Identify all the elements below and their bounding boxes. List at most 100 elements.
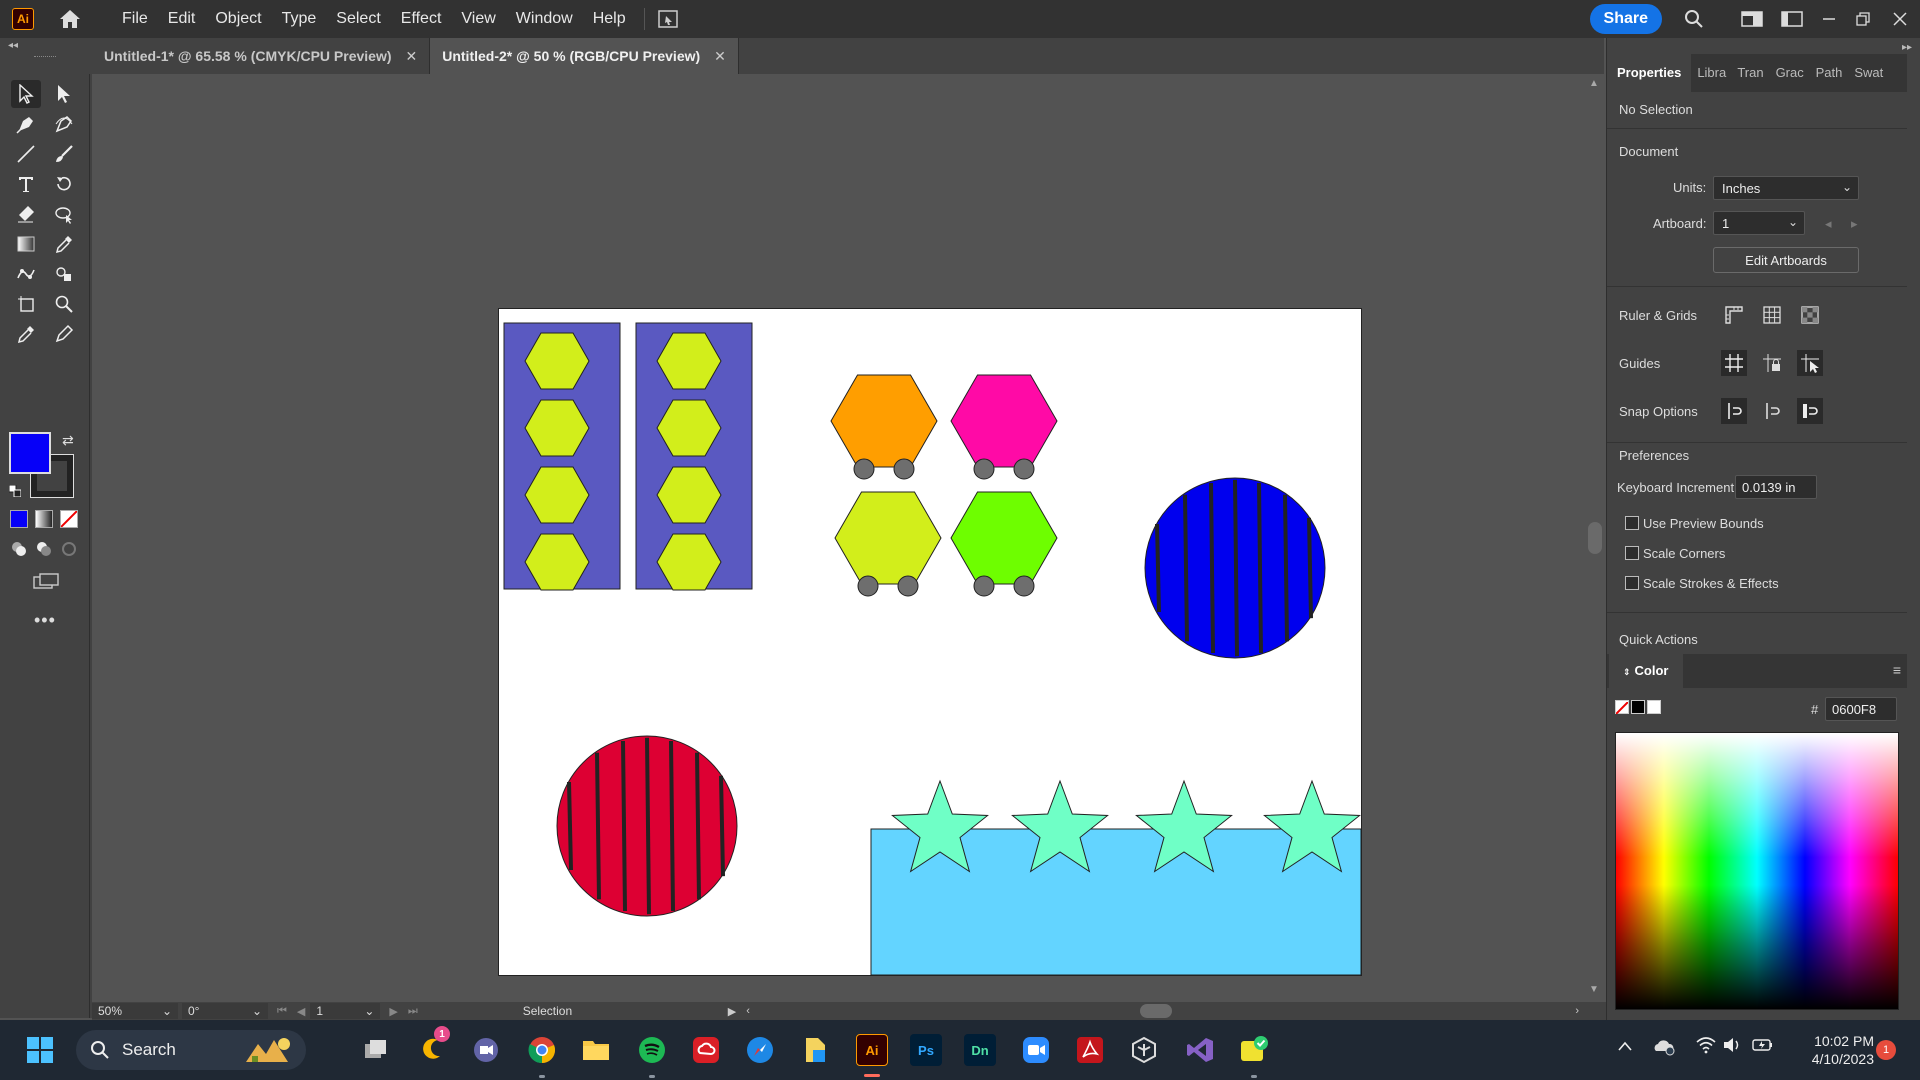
- circle-stripe[interactable]: [567, 781, 573, 871]
- black-swatch[interactable]: [1631, 700, 1645, 714]
- menu-view[interactable]: View: [451, 0, 505, 38]
- menu-edit[interactable]: Edit: [158, 0, 206, 38]
- circle-stripe[interactable]: [695, 752, 701, 900]
- close-tab-icon[interactable]: ✕: [714, 48, 726, 65]
- pencil-tool-icon[interactable]: [49, 320, 79, 348]
- artboard-select[interactable]: 1 ⌄: [1713, 211, 1805, 235]
- rotate-tool-icon[interactable]: [49, 170, 79, 198]
- first-artboard-icon[interactable]: ⏮: [277, 1005, 287, 1018]
- tab-untitled-1[interactable]: Untitled-1* @ 65.58 % (CMYK/CPU Preview)…: [92, 38, 431, 74]
- zoom-tool-icon[interactable]: [49, 290, 79, 318]
- none-mode-icon[interactable]: [60, 510, 78, 528]
- none-swatch[interactable]: [1615, 700, 1629, 715]
- canvas-area[interactable]: [92, 74, 1584, 1002]
- keyboard-increment-input[interactable]: 0.0139 in: [1735, 475, 1817, 499]
- transparency-grid-icon[interactable]: [1797, 302, 1823, 328]
- collapse-panels-icon[interactable]: ▸▸: [1902, 42, 1912, 53]
- scroll-up-icon[interactable]: ▲: [1589, 78, 1599, 89]
- vertical-scroll-thumb[interactable]: [1588, 522, 1602, 554]
- tab-swatches[interactable]: Swat: [1848, 54, 1888, 92]
- type-tool-icon[interactable]: [11, 170, 41, 198]
- chrome-icon[interactable]: [526, 1034, 558, 1066]
- tab-properties[interactable]: Properties: [1607, 54, 1692, 92]
- curvature-tool-icon[interactable]: [49, 110, 79, 138]
- rotation-select[interactable]: 0° ⌄: [182, 1003, 268, 1019]
- vertical-scrollbar[interactable]: ▲ ▼: [1584, 74, 1606, 1002]
- lock-guides-icon[interactable]: [1759, 350, 1785, 376]
- circle-stripe[interactable]: [1209, 482, 1215, 654]
- horizontal-scroll-thumb[interactable]: [1140, 1004, 1172, 1018]
- share-button[interactable]: Share: [1589, 4, 1662, 34]
- gradient-mode-icon[interactable]: [35, 510, 53, 528]
- scroll-left-icon[interactable]: ‹: [746, 1005, 750, 1017]
- workspace-icon[interactable]: [1732, 0, 1772, 38]
- illustrator-taskbar-icon[interactable]: Ai: [856, 1034, 888, 1066]
- circle-stripe[interactable]: [1183, 494, 1189, 642]
- screen-mode-icon[interactable]: [32, 572, 60, 590]
- ruler-icon[interactable]: [1721, 302, 1747, 328]
- symbol-sprayer-tool-icon[interactable]: [49, 260, 79, 288]
- taskbar-clock[interactable]: 10:02 PM 4/10/2023: [1794, 1032, 1874, 1068]
- menu-file[interactable]: File: [112, 0, 158, 38]
- unity-icon[interactable]: [1128, 1034, 1160, 1066]
- status-menu-icon[interactable]: ▶: [728, 1005, 736, 1018]
- eyedropper-tool-icon[interactable]: [49, 230, 79, 258]
- circle-stripe[interactable]: [621, 740, 627, 912]
- spotify-icon[interactable]: [636, 1034, 668, 1066]
- default-colors-icon[interactable]: [8, 484, 22, 498]
- next-artboard-icon[interactable]: ▸: [1851, 216, 1858, 232]
- tab-color[interactable]: ⇕ Color: [1609, 654, 1683, 688]
- panel-menu-icon[interactable]: ≡: [1893, 662, 1901, 678]
- cart-wheel[interactable]: [853, 458, 875, 480]
- hexagon-cart[interactable]: [830, 374, 938, 468]
- arrange-documents-icon[interactable]: [657, 8, 679, 30]
- units-select[interactable]: Inches ⌄: [1713, 176, 1859, 200]
- tab-transform[interactable]: Tran: [1731, 54, 1769, 92]
- hex-color-input[interactable]: 0600F8: [1825, 697, 1897, 721]
- visual-studio-icon[interactable]: [1184, 1034, 1216, 1066]
- chat-icon[interactable]: [470, 1034, 502, 1066]
- circle-stripe[interactable]: [1283, 494, 1289, 642]
- tab-untitled-2[interactable]: Untitled-2* @ 50 % (RGB/CPU Preview) ✕: [430, 38, 739, 74]
- swap-fill-stroke-icon[interactable]: ⇄: [62, 432, 74, 449]
- circle-stripe[interactable]: [1155, 523, 1161, 613]
- cart-wheel[interactable]: [1013, 575, 1035, 597]
- tab-gradient[interactable]: Grac: [1770, 54, 1810, 92]
- photoshop-taskbar-icon[interactable]: Ps: [910, 1034, 942, 1066]
- previous-artboard-icon[interactable]: ◂: [1825, 216, 1832, 232]
- circle-stripe[interactable]: [1233, 479, 1239, 657]
- show-hidden-icons[interactable]: [1618, 1038, 1632, 1054]
- menu-type[interactable]: Type: [272, 0, 327, 38]
- snap-to-glyph-icon[interactable]: [1759, 398, 1785, 424]
- menu-select[interactable]: Select: [326, 0, 390, 38]
- scale-corners-checkbox[interactable]: [1625, 546, 1639, 560]
- close-window-icon[interactable]: [1880, 0, 1920, 38]
- artboard-number-select[interactable]: 1 ⌄: [310, 1003, 381, 1019]
- cart-wheel[interactable]: [973, 458, 995, 480]
- hexagon-cart[interactable]: [950, 491, 1058, 585]
- draw-behind-icon[interactable]: [35, 540, 53, 558]
- safari-icon[interactable]: [744, 1034, 776, 1066]
- pen-tool-icon[interactable]: [11, 110, 41, 138]
- notifications-badge[interactable]: 1: [1876, 1040, 1896, 1060]
- grid-icon[interactable]: [1759, 302, 1785, 328]
- hexagon-cart[interactable]: [834, 491, 942, 585]
- tab-libraries[interactable]: Libra: [1691, 54, 1731, 92]
- edit-artboards-button[interactable]: Edit Artboards: [1713, 247, 1859, 273]
- menu-help[interactable]: Help: [583, 0, 636, 38]
- menu-effect[interactable]: Effect: [391, 0, 452, 38]
- hexagon-cart[interactable]: [950, 374, 1058, 468]
- collapse-toolbar-icon[interactable]: ◂◂: [8, 40, 18, 51]
- scale-strokes-checkbox[interactable]: [1625, 576, 1639, 590]
- artboard-tool-icon[interactable]: [11, 290, 41, 318]
- next-artboard-icon[interactable]: ▶: [389, 1005, 397, 1018]
- widgets-icon[interactable]: 1: [416, 1026, 450, 1066]
- restore-icon[interactable]: [1846, 0, 1880, 38]
- circle-stripe[interactable]: [1257, 482, 1263, 654]
- puppet-warp-tool-icon[interactable]: [11, 260, 41, 288]
- zoom-select[interactable]: 50% ⌄: [92, 1003, 178, 1019]
- home-icon[interactable]: [58, 7, 82, 31]
- volume-icon[interactable]: [1722, 1036, 1742, 1057]
- smart-guides-icon[interactable]: [1797, 350, 1823, 376]
- wifi-icon[interactable]: [1696, 1036, 1716, 1057]
